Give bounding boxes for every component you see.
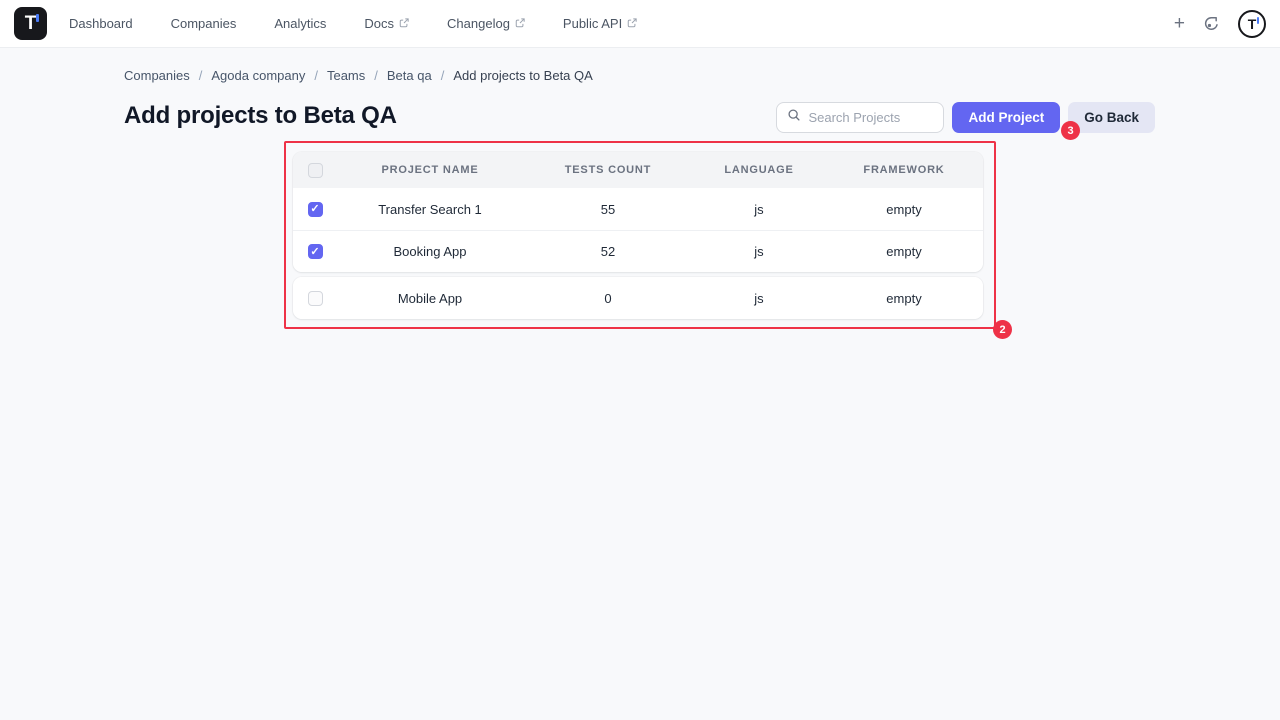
table-header-row: PROJECT NAME TESTS COUNT LANGUAGE FRAMEW… bbox=[293, 152, 983, 188]
select-all-checkbox[interactable] bbox=[308, 163, 323, 178]
nav-item-analytics[interactable]: Analytics bbox=[274, 16, 326, 31]
search-projects-input[interactable] bbox=[808, 110, 928, 125]
add-project-button[interactable]: Add Project bbox=[952, 102, 1060, 133]
cell-language: js bbox=[693, 202, 825, 217]
breadcrumb-teams[interactable]: Teams bbox=[327, 68, 365, 83]
search-projects-box bbox=[776, 102, 944, 133]
cell-language: js bbox=[693, 244, 825, 259]
breadcrumb-current-page: Add projects to Beta QA bbox=[453, 68, 592, 83]
cell-framework: empty bbox=[825, 244, 983, 259]
avatar-logo-tick bbox=[1257, 17, 1260, 24]
row-checkbox[interactable] bbox=[308, 291, 323, 306]
external-link-icon bbox=[627, 16, 637, 31]
table-row: Mobile App 0 js empty bbox=[293, 277, 983, 319]
projects-table: PROJECT NAME TESTS COUNT LANGUAGE FRAMEW… bbox=[293, 152, 983, 319]
cell-tests-count: 52 bbox=[523, 244, 693, 259]
row-checkbox-cell bbox=[293, 291, 337, 306]
row-checkbox[interactable] bbox=[308, 202, 323, 217]
breadcrumb-separator: / bbox=[441, 68, 445, 83]
nav-item-companies[interactable]: Companies bbox=[171, 16, 237, 31]
nav-label: Companies bbox=[171, 16, 237, 31]
app-logo-tick bbox=[36, 14, 39, 22]
projects-table-secondary-card: Mobile App 0 js empty bbox=[293, 277, 983, 319]
breadcrumb-separator: / bbox=[374, 68, 378, 83]
nav-items: Dashboard Companies Analytics Docs Chang… bbox=[69, 16, 637, 31]
annotation-badge-2: 2 bbox=[993, 320, 1012, 339]
column-header-language: LANGUAGE bbox=[693, 164, 825, 176]
cell-project-name: Mobile App bbox=[337, 291, 523, 306]
breadcrumb-separator: / bbox=[199, 68, 203, 83]
breadcrumb-separator: / bbox=[314, 68, 318, 83]
app-logo-letter: T bbox=[25, 14, 37, 33]
row-checkbox-cell bbox=[293, 202, 337, 217]
cell-tests-count: 0 bbox=[523, 291, 693, 306]
external-link-icon bbox=[515, 16, 525, 31]
cell-framework: empty bbox=[825, 291, 983, 306]
projects-table-main-card: PROJECT NAME TESTS COUNT LANGUAGE FRAMEW… bbox=[293, 152, 983, 272]
nav-item-dashboard[interactable]: Dashboard bbox=[69, 16, 133, 31]
breadcrumb: Companies / Agoda company / Teams / Beta… bbox=[124, 68, 593, 83]
cell-project-name: Transfer Search 1 bbox=[337, 202, 523, 217]
go-back-button[interactable]: Go Back bbox=[1068, 102, 1155, 133]
table-row: Transfer Search 1 55 js empty bbox=[293, 188, 983, 230]
nav-label: Docs bbox=[364, 16, 394, 31]
add-icon[interactable]: + bbox=[1174, 14, 1185, 33]
header-checkbox-cell bbox=[293, 163, 337, 178]
column-header-project-name: PROJECT NAME bbox=[337, 164, 523, 176]
top-navigation-bar: T Dashboard Companies Analytics Docs Cha… bbox=[0, 0, 1280, 48]
toolbar: Add Project Go Back bbox=[776, 102, 1155, 133]
cell-project-name: Booking App bbox=[337, 244, 523, 259]
nav-item-changelog[interactable]: Changelog bbox=[447, 16, 525, 31]
nav-label: Analytics bbox=[274, 16, 326, 31]
cell-language: js bbox=[693, 291, 825, 306]
column-header-tests-count: TESTS COUNT bbox=[523, 164, 693, 176]
nav-label: Dashboard bbox=[69, 16, 133, 31]
feed-icon[interactable] bbox=[1203, 15, 1220, 32]
row-checkbox-cell bbox=[293, 244, 337, 259]
topbar-right-actions: + T bbox=[1174, 10, 1266, 38]
cell-framework: empty bbox=[825, 202, 983, 217]
search-icon bbox=[787, 108, 801, 127]
cell-tests-count: 55 bbox=[523, 202, 693, 217]
user-avatar[interactable]: T bbox=[1238, 10, 1266, 38]
avatar-letter: T bbox=[1248, 17, 1257, 31]
nav-item-docs[interactable]: Docs bbox=[364, 16, 409, 31]
nav-label: Changelog bbox=[447, 16, 510, 31]
row-checkbox[interactable] bbox=[308, 244, 323, 259]
breadcrumb-agoda-company[interactable]: Agoda company bbox=[211, 68, 305, 83]
breadcrumb-beta-qa[interactable]: Beta qa bbox=[387, 68, 432, 83]
nav-item-public-api[interactable]: Public API bbox=[563, 16, 637, 31]
breadcrumb-companies[interactable]: Companies bbox=[124, 68, 190, 83]
column-header-framework: FRAMEWORK bbox=[825, 164, 983, 176]
nav-label: Public API bbox=[563, 16, 622, 31]
table-row: Booking App 52 js empty bbox=[293, 230, 983, 272]
external-link-icon bbox=[399, 16, 409, 31]
page-title: Add projects to Beta QA bbox=[124, 102, 397, 130]
app-logo[interactable]: T bbox=[14, 7, 47, 40]
